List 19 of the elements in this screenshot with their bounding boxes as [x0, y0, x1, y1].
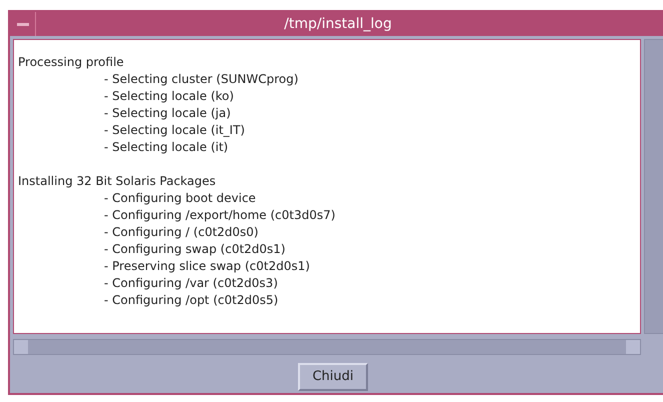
log-line: - Preserving slice swap (c0t2d0s1) — [103, 258, 311, 275]
log-line: - Configuring boot device — [103, 190, 257, 207]
log-line: - Selecting locale (it_IT) — [103, 122, 246, 139]
log-line: - Configuring /opt (c0t2d0s5) — [103, 292, 280, 309]
close-button[interactable]: Chiudi — [298, 363, 368, 391]
log-heading: Installing 32 Bit Solaris Packages — [18, 173, 217, 190]
horizontal-scrollbar[interactable] — [13, 339, 641, 355]
log-line: - Selecting locale (ko) — [103, 88, 235, 105]
window-title: /tmp/install_log — [283, 14, 393, 34]
log-line: - Selecting locale (it) — [103, 139, 230, 156]
log-heading: Processing profile — [18, 54, 125, 71]
log-line: - Selecting cluster (SUNWCprog) — [103, 71, 300, 88]
vertical-scrollbar[interactable] — [644, 39, 663, 334]
log-line: - Selecting locale (ja) — [103, 105, 232, 122]
minus-icon — [16, 22, 28, 26]
log-line: - Configuring / (c0t2d0s0) — [103, 224, 260, 241]
log-line: - Configuring /export/home (c0t3d0s7) — [103, 207, 336, 224]
log-line: - Configuring /var (c0t2d0s3) — [103, 275, 279, 292]
log-line: - Configuring swap (c0t2d0s1) — [103, 241, 286, 258]
